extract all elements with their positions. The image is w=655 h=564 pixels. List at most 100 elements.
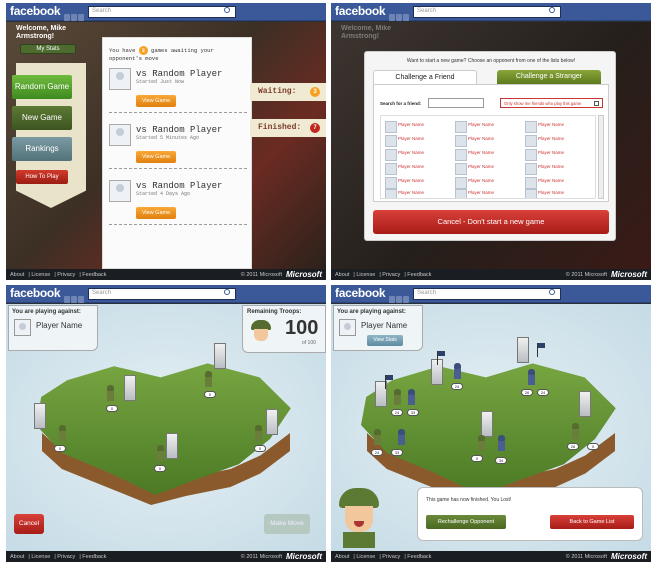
remaining-troops-count: 100 bbox=[285, 317, 319, 339]
view-game-button[interactable]: View Game bbox=[136, 95, 176, 107]
notification-icons[interactable] bbox=[64, 8, 86, 21]
footer-link-license[interactable]: License bbox=[31, 554, 50, 560]
facebook-search-input[interactable]: Search bbox=[413, 6, 561, 18]
friend-item[interactable]: Player Name bbox=[385, 162, 453, 175]
cancel-new-game-button[interactable]: Cancel - Don't start a new game bbox=[373, 210, 609, 234]
finished-tab[interactable]: Finished: 7 bbox=[250, 119, 326, 137]
search-icon[interactable] bbox=[224, 7, 230, 13]
back-to-game-list-button[interactable]: Back to Game List bbox=[550, 515, 634, 529]
facebook-search-input[interactable]: Search bbox=[413, 288, 561, 300]
only-players-filter[interactable]: Only show me friends who play this game bbox=[500, 98, 603, 108]
friend-item[interactable]: Player Name bbox=[455, 162, 523, 175]
tower-icon[interactable] bbox=[214, 343, 226, 369]
soldier-icon[interactable] bbox=[156, 445, 165, 461]
notification-icons[interactable] bbox=[389, 290, 411, 303]
opponent-name: Player Name bbox=[361, 321, 408, 330]
search-icon[interactable] bbox=[549, 289, 555, 295]
how-to-play-button[interactable]: How To Play bbox=[16, 170, 68, 184]
troop-count: 24 bbox=[537, 389, 549, 396]
opponent-panel: You are playing against: Player Name Vie… bbox=[333, 305, 423, 351]
footer-link-privacy[interactable]: Privacy bbox=[57, 272, 75, 278]
friend-item[interactable]: Player Name bbox=[455, 120, 523, 133]
soldier-icon bbox=[397, 429, 406, 445]
game-started: Started 5 Minutes Ago bbox=[136, 135, 200, 141]
random-game-button[interactable]: Random Game bbox=[12, 75, 72, 99]
checkbox[interactable] bbox=[594, 101, 599, 106]
footer-link-license[interactable]: License bbox=[356, 272, 375, 278]
soldier-icon[interactable] bbox=[58, 425, 67, 441]
footer-link-feedback[interactable]: Feedback bbox=[407, 272, 431, 278]
make-move-button[interactable]: Make Move bbox=[264, 514, 310, 534]
friend-item[interactable]: Player Name bbox=[385, 120, 453, 133]
troop-count: 0 bbox=[154, 465, 166, 472]
friend-item[interactable]: Player Name bbox=[455, 134, 523, 147]
troop-count: 24 bbox=[371, 449, 383, 456]
footer: About | License | Privacy | Feedback © 2011… bbox=[331, 269, 651, 280]
footer-link-privacy[interactable]: Privacy bbox=[57, 554, 75, 560]
friend-item[interactable]: Player Name bbox=[525, 162, 593, 175]
friend-item[interactable]: Player Name bbox=[525, 176, 593, 189]
facebook-logo[interactable]: facebook bbox=[335, 4, 386, 18]
my-stats-button[interactable]: My Stats bbox=[20, 44, 76, 54]
opponent-avatar bbox=[339, 319, 356, 336]
rechallenge-button[interactable]: Rechallenge Opponent bbox=[426, 515, 506, 529]
soldier-icon[interactable] bbox=[254, 425, 263, 441]
friend-item[interactable]: Player Name bbox=[385, 176, 453, 189]
friend-item[interactable]: Player Name bbox=[385, 134, 453, 147]
welcome-text: Welcome, Mike Armstrong! bbox=[16, 25, 67, 40]
footer-link-about[interactable]: About bbox=[335, 554, 349, 560]
footer-link-feedback[interactable]: Feedback bbox=[407, 554, 431, 560]
footer-link-license[interactable]: License bbox=[31, 272, 50, 278]
cancel-button[interactable]: Cancel bbox=[14, 514, 44, 534]
facebook-logo[interactable]: facebook bbox=[10, 4, 61, 18]
friend-item[interactable]: Player Name bbox=[525, 120, 593, 133]
footer-link-about[interactable]: About bbox=[335, 272, 349, 278]
view-stats-button[interactable]: View Stats bbox=[367, 335, 403, 346]
footer-link-privacy[interactable]: Privacy bbox=[382, 554, 400, 560]
facebook-logo[interactable]: facebook bbox=[335, 286, 386, 300]
soldier-icon bbox=[393, 389, 402, 405]
view-game-button[interactable]: View Game bbox=[136, 207, 176, 219]
dialog-prompt: Want to start a new game? Choose an oppo… bbox=[406, 58, 576, 64]
friend-item[interactable]: Player Name bbox=[525, 148, 593, 161]
waiting-tab[interactable]: Waiting: 3 bbox=[250, 83, 326, 101]
search-icon[interactable] bbox=[549, 7, 555, 13]
tab-challenge-stranger[interactable]: Challenge a Stranger bbox=[497, 70, 601, 84]
footer-link-license[interactable]: License bbox=[356, 554, 375, 560]
tab-challenge-friend[interactable]: Challenge a Friend bbox=[373, 70, 477, 84]
tower-icon[interactable] bbox=[266, 409, 278, 435]
friend-item[interactable]: Player Name bbox=[455, 176, 523, 189]
facebook-logo[interactable]: facebook bbox=[10, 286, 61, 300]
friend-item[interactable]: Player Name bbox=[385, 148, 453, 161]
friend-item[interactable]: Player Name bbox=[525, 188, 593, 198]
notification-icons[interactable] bbox=[64, 290, 86, 303]
tower-icon[interactable] bbox=[34, 403, 46, 429]
footer-link-feedback[interactable]: Feedback bbox=[82, 272, 106, 278]
result-message: This game has now finished. You Lost! bbox=[426, 497, 512, 503]
soldier-icon bbox=[571, 423, 580, 439]
lobby-screen: facebook Search Welcome, Mike Armstrong!… bbox=[6, 3, 326, 280]
new-game-button[interactable]: New Game bbox=[12, 106, 72, 130]
game-item: vs Random Player Started 4 Days Ago View… bbox=[109, 180, 247, 230]
rankings-button[interactable]: Rankings bbox=[12, 137, 72, 161]
soldier-icon[interactable] bbox=[204, 371, 213, 387]
friend-item[interactable]: Player Name bbox=[385, 188, 453, 198]
search-friend-input[interactable] bbox=[428, 98, 484, 108]
facebook-search-input[interactable]: Search bbox=[88, 288, 236, 300]
facebook-search-input[interactable]: Search bbox=[88, 6, 236, 18]
notification-icons[interactable] bbox=[389, 8, 411, 21]
friend-item[interactable]: Player Name bbox=[455, 188, 523, 198]
tower-icon[interactable] bbox=[166, 433, 178, 459]
scrollbar[interactable] bbox=[598, 115, 604, 199]
view-game-button[interactable]: View Game bbox=[136, 151, 176, 163]
footer-link-about[interactable]: About bbox=[10, 554, 24, 560]
soldier-icon[interactable] bbox=[106, 385, 115, 401]
tower-icon[interactable] bbox=[124, 375, 136, 401]
search-icon[interactable] bbox=[224, 289, 230, 295]
friend-item[interactable]: Player Name bbox=[455, 148, 523, 161]
footer-link-about[interactable]: About bbox=[10, 272, 24, 278]
friend-item[interactable]: Player Name bbox=[525, 134, 593, 147]
facebook-bar: facebook Search bbox=[331, 3, 651, 21]
footer-link-privacy[interactable]: Privacy bbox=[382, 272, 400, 278]
footer-link-feedback[interactable]: Feedback bbox=[82, 554, 106, 560]
